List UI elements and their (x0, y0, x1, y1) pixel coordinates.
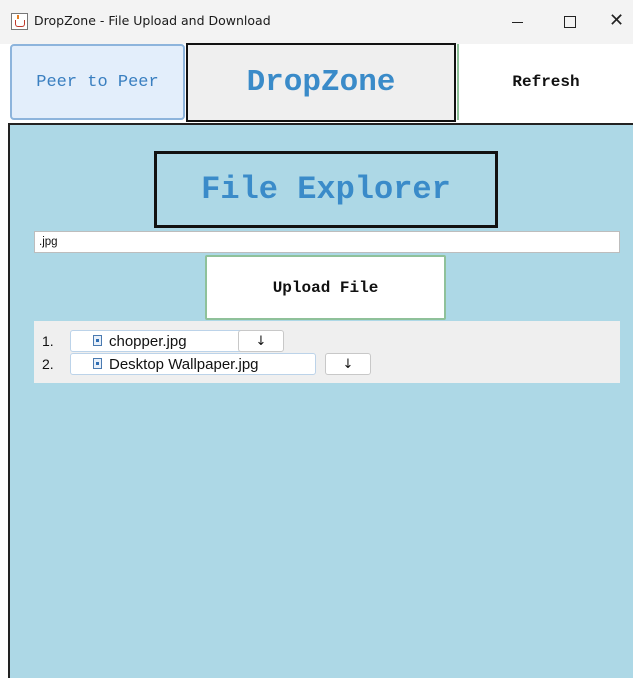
minimize-icon (512, 22, 523, 23)
file-filter-input[interactable] (34, 231, 620, 253)
window-title: DropZone - File Upload and Download (34, 13, 271, 28)
peer-to-peer-button[interactable]: Peer to Peer (10, 44, 185, 120)
file-button-chopper[interactable]: chopper.jpg (70, 330, 264, 352)
download-button[interactable]: ↓ (238, 330, 284, 352)
download-arrow-icon: ↓ (342, 356, 354, 372)
file-icon (93, 335, 102, 346)
upload-file-button[interactable]: Upload File (205, 255, 446, 320)
maximize-button[interactable] (546, 0, 592, 44)
refresh-button[interactable]: Refresh (457, 44, 633, 120)
minimize-button[interactable] (495, 0, 541, 44)
java-app-icon (11, 13, 28, 30)
maximize-icon (564, 16, 576, 28)
file-name: chopper.jpg (109, 332, 187, 350)
download-arrow-icon: ↓ (255, 333, 267, 349)
file-list: 1. chopper.jpg ↓ 2. Desktop Wallpaper.jp… (34, 321, 620, 383)
download-button[interactable]: ↓ (325, 353, 371, 375)
list-item: 2. Desktop Wallpaper.jpg ↓ (34, 353, 620, 375)
file-icon (93, 358, 102, 369)
row-index: 2. (42, 356, 54, 372)
row-index: 1. (42, 333, 54, 349)
file-name: Desktop Wallpaper.jpg (109, 355, 259, 373)
title-bar: DropZone - File Upload and Download ✕ (0, 0, 633, 44)
close-button[interactable]: ✕ (594, 0, 633, 44)
file-button-desktop-wallpaper[interactable]: Desktop Wallpaper.jpg (70, 353, 316, 375)
brand-title: DropZone (186, 43, 456, 122)
file-explorer-title: File Explorer (154, 151, 498, 228)
list-item: 1. chopper.jpg ↓ (34, 330, 620, 352)
close-icon: ✕ (609, 10, 625, 31)
